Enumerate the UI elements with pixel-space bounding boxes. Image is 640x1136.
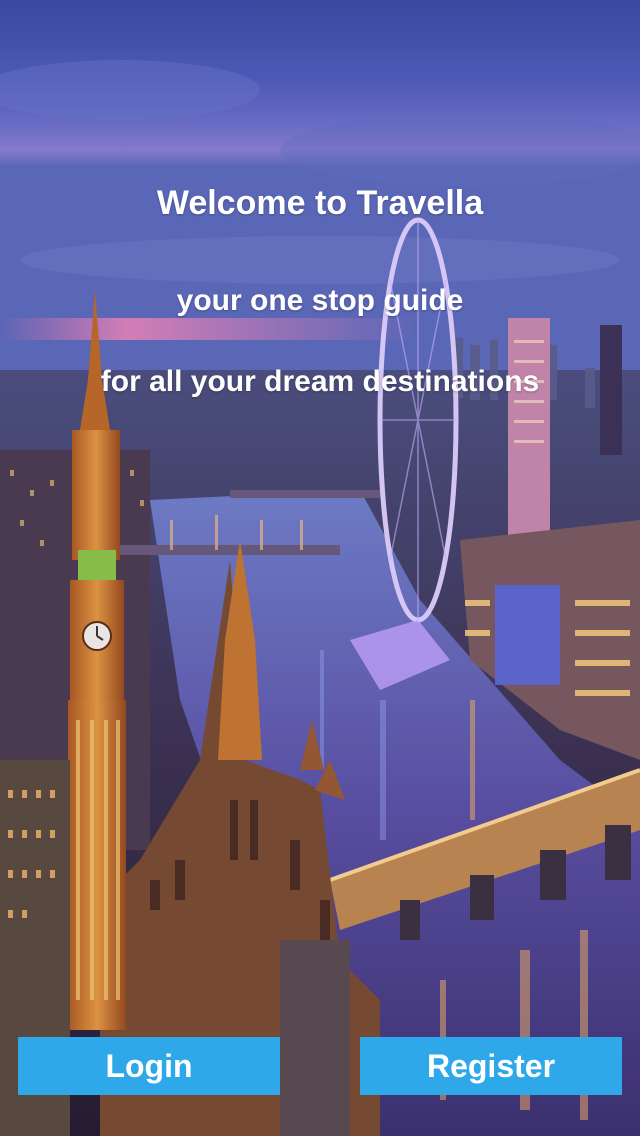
welcome-screen: Welcome to Travella your one stop guide …: [0, 0, 640, 1136]
register-button[interactable]: Register: [360, 1037, 622, 1095]
tagline-line-2: for all your dream destinations: [100, 365, 540, 398]
tagline-line-1: your one stop guide: [176, 284, 464, 317]
welcome-title: Welcome to Travella: [156, 184, 484, 222]
login-button[interactable]: Login: [18, 1037, 280, 1095]
london-skyline-background: [0, 0, 640, 1136]
